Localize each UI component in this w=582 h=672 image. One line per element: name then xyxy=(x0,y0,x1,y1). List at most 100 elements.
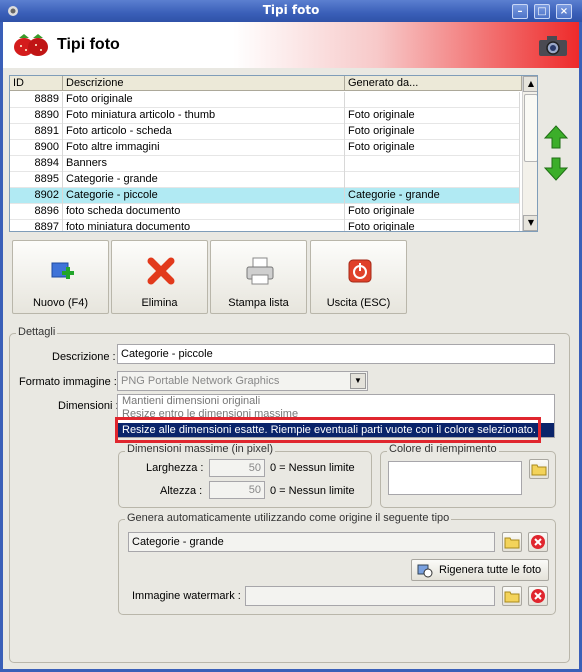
folder-icon xyxy=(504,591,520,603)
column-header-descrizione[interactable]: Descrizione xyxy=(63,76,345,91)
formato-select[interactable]: PNG Portable Network Graphics ▼ xyxy=(117,371,368,391)
cell-generato: Foto originale xyxy=(345,220,520,231)
camera-icon xyxy=(537,34,569,58)
new-record-icon xyxy=(46,255,78,287)
cell-generato: Foto originale xyxy=(345,140,520,156)
larghezza-value: 50 xyxy=(248,462,261,474)
header-banner: Tipi foto xyxy=(3,22,579,68)
folder-icon xyxy=(531,464,547,476)
chevron-down-icon[interactable]: ▼ xyxy=(350,373,366,389)
maximize-button[interactable]: □ xyxy=(534,4,550,19)
cell-id: 8897 xyxy=(10,220,63,231)
altezza-label: Altezza : xyxy=(160,485,203,497)
cell-generato: Categorie - grande xyxy=(345,188,520,204)
cell-generato xyxy=(345,92,520,108)
print-list-label: Stampa lista xyxy=(228,297,289,309)
dimensioni-label: Dimensioni : xyxy=(58,400,119,412)
cell-descrizione: Foto altre immagini xyxy=(63,140,345,156)
window-title: Tipi foto xyxy=(262,3,320,17)
cell-id: 8896 xyxy=(10,204,63,220)
cell-id: 8890 xyxy=(10,108,63,124)
cell-generato: Foto originale xyxy=(345,124,520,140)
highlight-callout xyxy=(115,417,541,443)
formato-label: Formato immagine : xyxy=(19,376,117,388)
watermark-browse-button[interactable] xyxy=(502,586,522,606)
strawberry-icon xyxy=(11,32,51,58)
cell-descrizione: Foto miniatura articolo - thumb xyxy=(63,108,345,124)
cell-descrizione: Categorie - piccole xyxy=(63,188,345,204)
details-group-label: Dettagli xyxy=(16,326,58,338)
table-row[interactable]: 8902 Categorie - piccole Categorie - grand… xyxy=(10,188,520,204)
printer-icon xyxy=(244,255,276,287)
table-row[interactable]: 8890 Foto miniatura articolo - thumb Foto … xyxy=(10,108,520,124)
delete-button-label: Elimina xyxy=(141,297,178,309)
cell-descrizione: Banners xyxy=(63,156,345,172)
regenerate-button[interactable]: Rigenera tutte le foto xyxy=(411,559,549,581)
cell-id: 8902 xyxy=(10,188,63,204)
column-header-id[interactable]: ID xyxy=(10,76,63,91)
print-list-button[interactable]: Stampa lista xyxy=(210,240,307,314)
descrizione-input[interactable]: Categorie - piccole xyxy=(117,344,555,364)
new-button[interactable]: Nuovo (F4) xyxy=(12,240,109,314)
page-title: Tipi foto xyxy=(57,36,120,53)
table-scrollbar[interactable]: ▲ ▼ xyxy=(522,76,537,231)
cell-descrizione: foto miniatura documento xyxy=(63,220,345,231)
max-dimensions-label: Dimensioni massime (in pixel) xyxy=(125,443,276,455)
altezza-value: 50 xyxy=(248,484,261,496)
cell-descrizione: Categorie - grande xyxy=(63,172,345,188)
cell-generato: Foto originale xyxy=(345,108,520,124)
table-row[interactable]: 8889 Foto originale xyxy=(10,92,520,108)
cell-generato xyxy=(345,156,520,172)
scroll-down-button[interactable]: ▼ xyxy=(523,215,537,231)
cell-generato: Foto originale xyxy=(345,204,520,220)
table-row[interactable]: 8895 Categorie - grande xyxy=(10,172,520,188)
source-type-value: Categorie - grande xyxy=(132,536,224,548)
fill-color-browse-button[interactable] xyxy=(529,459,549,479)
regenerate-label: Rigenera tutte le foto xyxy=(439,564,542,576)
table-row[interactable]: 8891 Foto articolo - scheda Foto originale xyxy=(10,124,520,140)
exit-button-label: Uscita (ESC) xyxy=(326,297,391,309)
close-button[interactable]: × xyxy=(556,4,572,19)
exit-button[interactable]: Uscita (ESC) xyxy=(310,240,407,314)
table-row[interactable]: 8897 foto miniatura documento Foto origina… xyxy=(10,220,520,231)
dimensioni-option[interactable]: Mantieni dimensioni originali xyxy=(118,395,554,408)
delete-x-icon xyxy=(145,255,177,287)
table-row[interactable]: 8894 Banners xyxy=(10,156,520,172)
scroll-up-button[interactable]: ▲ xyxy=(523,76,537,92)
column-header-generato[interactable]: Generato da... xyxy=(345,76,522,91)
table-row[interactable]: 8896 foto scheda documento Foto originale xyxy=(10,204,520,220)
source-type-browse-button[interactable] xyxy=(502,532,522,552)
cell-id: 8894 xyxy=(10,156,63,172)
fill-color-swatch[interactable] xyxy=(388,461,522,495)
move-down-button[interactable] xyxy=(543,156,569,182)
folder-icon xyxy=(504,537,520,549)
scroll-thumb[interactable] xyxy=(524,94,537,162)
fill-color-label: Colore di riempimento xyxy=(387,443,499,455)
cell-id: 8900 xyxy=(10,140,63,156)
source-type-field[interactable]: Categorie - grande xyxy=(128,532,495,552)
arrow-down-icon xyxy=(543,157,569,181)
clear-icon xyxy=(531,535,545,549)
table-row[interactable]: 8900 Foto altre immagini Foto originale xyxy=(10,140,520,156)
power-icon xyxy=(344,255,376,287)
delete-button[interactable]: Elimina xyxy=(111,240,208,314)
move-up-button[interactable] xyxy=(543,124,569,150)
title-bar[interactable]: Tipi foto – □ × xyxy=(0,0,582,22)
cell-descrizione: foto scheda documento xyxy=(63,204,345,220)
larghezza-input[interactable]: 50 xyxy=(209,459,265,477)
cell-descrizione: Foto originale xyxy=(63,92,345,108)
source-type-clear-button[interactable] xyxy=(528,532,548,552)
cell-descrizione: Foto articolo - scheda xyxy=(63,124,345,140)
photo-types-table[interactable]: ID Descrizione Generato da... 8889 Foto o… xyxy=(9,75,538,232)
descrizione-label: Descrizione : xyxy=(52,351,116,363)
altezza-input[interactable]: 50 xyxy=(209,481,265,499)
watermark-label: Immagine watermark : xyxy=(132,590,241,602)
watermark-field[interactable] xyxy=(245,586,495,606)
watermark-clear-button[interactable] xyxy=(528,586,548,606)
minimize-button[interactable]: – xyxy=(512,4,528,19)
auto-generate-label: Genera automaticamente utilizzando come … xyxy=(125,512,452,524)
larghezza-hint: 0 = Nessun limite xyxy=(270,462,355,474)
cell-generato xyxy=(345,172,520,188)
formato-value: PNG Portable Network Graphics xyxy=(121,375,280,387)
clear-icon xyxy=(531,589,545,603)
